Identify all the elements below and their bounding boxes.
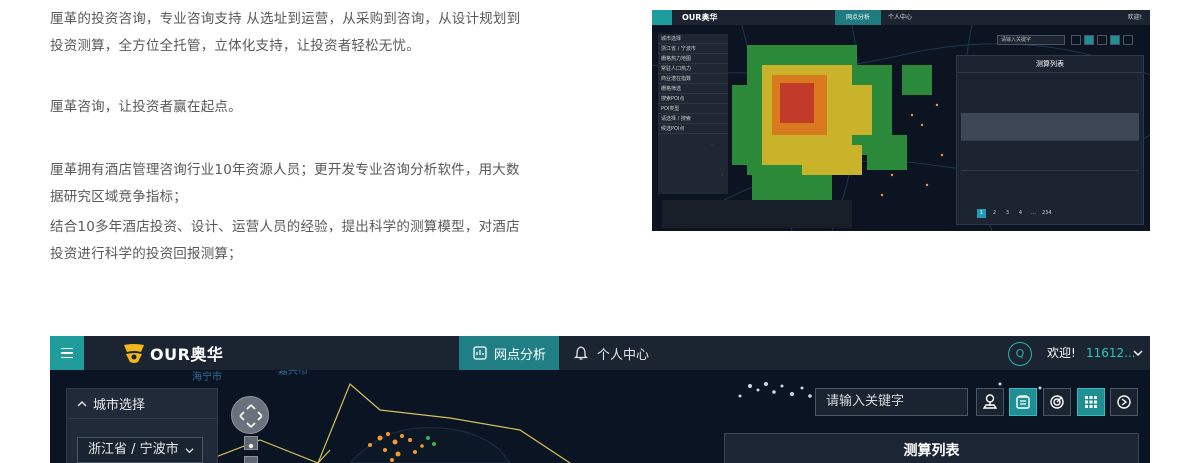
thumb-search-input: 请输入关键字 [997,35,1065,45]
thumb-sidebar-item: 候选POI点 [658,124,728,134]
thumb-table-row [961,143,1139,171]
thumb-tool-button [1084,35,1094,45]
thumb-pagination: 1 2 3 4 … 234 [977,209,1052,218]
thumb-tool-button [1097,35,1107,45]
intro-paragraph-4: 结合10多年酒店投资、设计、运营人员的经验，提出科学的测算模型，对酒店投资进行科… [50,219,520,262]
thumb-tab-active: 网点分析 [835,10,881,25]
thumb-legend [662,200,852,228]
city-dropdown-value: 浙江省 / 宁波市 [88,442,179,457]
thumb-sidebar-item: 城市选择 [658,34,728,44]
thumb-topbar: OUR奥华 网点分析 个人中心 欢迎! [652,10,1150,25]
thumb-sidebar-item: 栅格筛选 [658,84,728,94]
dot-icon [248,443,254,449]
zoom-in-button[interactable] [244,436,258,450]
grid-apps-button[interactable] [1077,388,1105,416]
tab-outlet-analysis[interactable]: 网点分析 [459,336,559,370]
thumb-logo: OUR奥华 [682,13,718,22]
logo-mark-icon [124,344,144,363]
thumb-tool-button [1071,35,1081,45]
menu-icon-bar [61,347,73,350]
menu-icon-bar [61,356,73,359]
grid-chart-icon [473,346,487,360]
thumb-page: … [1031,210,1036,216]
thumb-sidebar-item: 请选择 / 搜索 [658,114,728,124]
thumb-page: 2 [992,210,997,216]
city-panel-header[interactable]: 城市选择 [67,389,217,419]
chevron-down-icon[interactable] [1133,348,1143,358]
app-topbar: OUR奥华 网点分析 个人中心 Q 欢迎! 11612... [50,336,1150,370]
thumb-table-row [961,113,1139,141]
map-pan-control[interactable] [231,396,269,434]
grid-apps-icon [1085,396,1097,408]
q-avatar-icon[interactable]: Q [1008,342,1032,366]
thumb-sidebar-item: 常驻人口热力 [658,64,728,74]
thumb-sidebar: 城市选择 浙江省 / 宁波市 栅格热力地图 常驻人口热力 商业潜在指数 栅格筛选… [658,34,728,194]
chevron-down-icon [185,448,194,454]
tab-personal-center-label: 个人中心 [597,347,650,363]
reset-icon [1117,395,1131,409]
intro-paragraph-3: 厘革拥有酒店管理咨询行业10年资源人员；更开发专业咨询分析软件，用大数据研究区域… [50,162,520,205]
tab-outlet-analysis-label: 网点分析 [493,347,546,363]
intro-paragraph-2: 厘革咨询，让投资者赢在起点。 [50,99,242,115]
welcome-text: 欢迎! [1047,346,1076,360]
thumb-panel-filters [957,73,1143,111]
thumb-sidebar-item: 浙江省 / 宁波市 [658,44,728,54]
pan-arrows-icon [239,404,263,428]
menu-button[interactable] [50,336,84,370]
thumb-tool-button [1110,35,1120,45]
thumb-calc-panel-title: 测算列表 [957,56,1143,73]
calc-list-panel: 测算列表 [724,433,1139,463]
app-screenshot: 海宁市 嘉兴市 城市选择 浙江省 / 宁波市 请输入关键字 测算列表 OUR奥华… [50,336,1150,463]
thumb-tab-personal: 个人中心 [888,14,913,21]
city-panel-title: 城市选择 [93,398,146,413]
tab-personal-center[interactable]: 个人中心 [573,336,649,370]
thumb-sidebar-item: 栅格热力地图 [658,54,728,64]
city-select-panel: 城市选择 浙江省 / 宁波市 [66,388,218,463]
chevron-up-icon [77,400,87,406]
thumb-tool-button [1123,35,1133,45]
zoom-slider-handle[interactable] [244,456,258,463]
radar-target-icon [1050,395,1064,409]
app-logo: OUR奥华 [122,342,223,364]
thumb-page: 4 [1018,210,1023,216]
thumb-sidebar-item: 搜索POI点 [658,94,728,104]
logo-text: OUR奥华 [150,345,224,364]
list-panel-button[interactable] [1009,388,1037,416]
list-panel-icon [1016,395,1030,409]
bell-icon [573,346,589,360]
thumb-menu-icon [652,10,672,25]
app-thumbnail-screenshot: OUR奥华 网点分析 个人中心 欢迎! 城市选择 浙江省 / 宁波市 栅格热力地… [652,10,1150,231]
location-pin-icon [982,394,998,409]
thumb-calc-panel: 测算列表 1 2 3 4 … 234 [956,55,1144,225]
thumb-sidebar-item: POI类型 [658,104,728,114]
map-area[interactable]: 海宁市 嘉兴市 城市选择 浙江省 / 宁波市 请输入关键字 测算列表 [50,366,1150,463]
thumb-page: 1 [977,209,986,218]
keyword-search-input[interactable]: 请输入关键字 [815,388,968,416]
calc-list-title: 测算列表 [903,443,960,459]
locate-button[interactable] [976,388,1004,416]
reset-button[interactable] [1110,388,1138,416]
menu-icon-bar [61,352,73,354]
user-account[interactable]: 11612... [1086,336,1136,370]
map-label: 海宁市 [192,372,222,383]
city-dropdown[interactable]: 浙江省 / 宁波市 [77,437,203,463]
thumb-sidebar-item: 商业潜在指数 [658,74,728,84]
intro-paragraph-1: 厘革的投资咨询，专业咨询支持 从选址到运营，从采购到咨询，从设计规划到投资测算，… [50,11,521,54]
thumb-page: 3 [1005,210,1010,216]
radar-button[interactable] [1043,388,1071,416]
thumb-page: 234 [1042,210,1052,216]
thumb-welcome: 欢迎! [1127,14,1142,21]
